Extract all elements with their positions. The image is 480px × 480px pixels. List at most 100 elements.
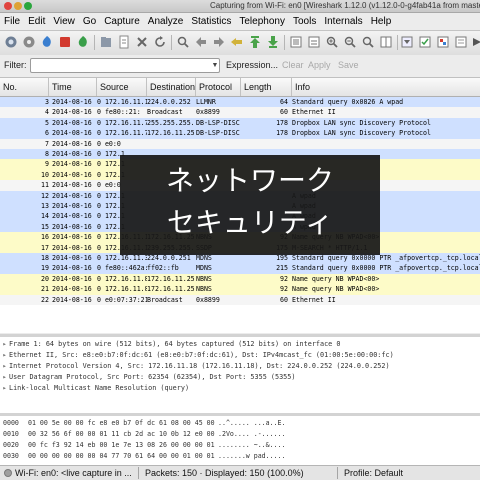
packet-cell-src: 0 172.16.11.71 xyxy=(97,129,147,138)
packet-cell-time: 2014-08-16 xyxy=(52,98,92,106)
column-time[interactable]: Time xyxy=(49,78,97,96)
packet-cell-src: 0 172.16.11.18 xyxy=(97,98,147,106)
packet-cell-no: 10 xyxy=(41,170,49,179)
packet-row[interactable]: 202014-08-16 0 172.16.11.84172.16.11.25NB… xyxy=(0,273,480,285)
packet-cell-no: 17 xyxy=(41,243,49,252)
packet-row[interactable]: 192014-08-16 0 fe80::462a:6ff02::fb MDNS 21… xyxy=(0,263,480,274)
zoom-in-icon[interactable] xyxy=(325,35,339,49)
minimize-window-button[interactable] xyxy=(14,2,22,10)
start-capture-icon[interactable] xyxy=(40,35,54,49)
column-length[interactable]: Length xyxy=(241,78,292,96)
menu-capture[interactable]: Capture xyxy=(100,16,144,27)
bytes-row[interactable]: 0030 00 00 00 00 00 00 04 77 70 61 64 00 … xyxy=(3,451,286,462)
filter-toolbar: Filter: ▼ Expression... Clear Apply Save xyxy=(0,55,480,78)
zoom-out-icon[interactable] xyxy=(343,35,357,49)
column-info[interactable]: Info xyxy=(292,78,480,96)
detail-row-frame[interactable]: ▸ Frame 1: 64 bytes on wire (512 bits), 6… xyxy=(0,339,340,350)
packet-row[interactable]: 7 2014-08-16 0 e0:0 xyxy=(0,138,480,149)
capture-filters-icon[interactable] xyxy=(400,35,414,49)
packet-cell-no: 13 xyxy=(41,202,49,210)
autoscroll-icon[interactable] xyxy=(307,35,321,49)
zoom-reset-icon[interactable] xyxy=(361,35,375,49)
expand-arrow-icon[interactable]: ▸ xyxy=(0,383,9,394)
restart-capture-icon[interactable] xyxy=(76,35,90,49)
packet-cell-proto: 0x8899 xyxy=(196,108,220,117)
maximize-window-button[interactable] xyxy=(24,2,32,10)
close-file-icon[interactable] xyxy=(135,35,149,49)
bytes-row[interactable]: 0010 00 32 56 6f 00 00 01 11 cb 2d ac 10 … xyxy=(3,429,286,440)
menu-analyze[interactable]: Analyze xyxy=(144,16,188,27)
menu-internals[interactable]: Internals xyxy=(320,16,366,27)
go-first-icon[interactable] xyxy=(248,35,262,49)
clear-button[interactable]: Clear xyxy=(282,60,304,70)
stop-capture-icon[interactable] xyxy=(58,35,72,49)
column-source[interactable]: Source xyxy=(97,78,147,96)
packet-cell-info: Name query NB WPAD<00> xyxy=(292,274,380,283)
packet-cell-info: Ethernet II xyxy=(292,295,336,304)
reload-icon[interactable] xyxy=(153,35,167,49)
packet-cell-time: 2014-08-16 xyxy=(52,181,92,190)
menu-help[interactable]: Help xyxy=(367,16,396,27)
packet-cell-time: 2014-08-16 xyxy=(52,285,92,294)
go-back-icon[interactable] xyxy=(194,35,208,49)
packet-cell-dst: ff02::fb xyxy=(147,264,179,273)
packet-row[interactable]: 22 2014-08-16 0 e0:07:37:21 Broadcast 0x8899… xyxy=(0,294,480,305)
display-filter-input[interactable] xyxy=(30,58,220,73)
go-last-icon[interactable] xyxy=(266,35,280,49)
packet-cell-len: 92 xyxy=(280,274,288,283)
close-window-button[interactable] xyxy=(4,2,12,10)
detail-row-ethernet[interactable]: ▸ Ethernet II, Src: e8:e0:b7:0f:dc:61 (e8… xyxy=(0,350,393,361)
menu-file[interactable]: File xyxy=(0,16,24,27)
coloring-rules-icon[interactable] xyxy=(436,35,450,49)
save-file-icon[interactable] xyxy=(117,35,131,49)
menu-telephony[interactable]: Telephony xyxy=(235,16,289,27)
find-icon[interactable] xyxy=(176,35,190,49)
packet-row[interactable]: 32014-08-16 0 172.16.11.18224.0.0.252 LLMN… xyxy=(0,97,480,108)
menu-go[interactable]: Go xyxy=(79,16,100,27)
colorize-icon[interactable] xyxy=(289,35,303,49)
packet-cell-len: 215 xyxy=(276,264,288,273)
column-no[interactable]: No. xyxy=(0,78,49,96)
expand-arrow-icon[interactable]: ▸ xyxy=(0,372,9,383)
options-icon[interactable] xyxy=(22,35,36,49)
resize-columns-icon[interactable] xyxy=(379,35,393,49)
column-protocol[interactable]: Protocol xyxy=(196,78,241,96)
packet-row[interactable]: 4 2014-08-16 0 fe80::21: Broadcast 0x8899 60 E… xyxy=(0,107,480,118)
expand-arrow-icon[interactable]: ▸ xyxy=(0,350,9,361)
preferences-icon[interactable] xyxy=(454,35,468,49)
packet-row[interactable]: 52014-08-16 0 172.16.11.71255.255.255.DB-… xyxy=(0,117,480,129)
packet-row[interactable]: 62014-08-16 0 172.16.11.71172.16.11.25DB-… xyxy=(0,128,480,139)
detail-row-udp[interactable]: ▸ User Datagram Protocol, Src Port: 62354… xyxy=(0,372,295,383)
column-destination[interactable]: Destination xyxy=(147,78,196,96)
bytes-row[interactable]: 0000 01 00 5e 00 00 fc e8 e0 b7 0f dc 61 … xyxy=(3,418,286,429)
menu-statistics[interactable]: Statistics xyxy=(187,16,235,27)
filter-dropdown-icon[interactable]: ▼ xyxy=(209,58,221,73)
interface-list-icon[interactable] xyxy=(4,35,18,49)
detail-row-ipv4[interactable]: ▸ Internet Protocol Version 4, Src: 172.1… xyxy=(0,361,389,372)
profile-text[interactable]: Profile: Default xyxy=(344,468,403,478)
bytes-row[interactable]: 0020 00 fc f3 92 14 eb 00 1e 7e 13 08 26 … xyxy=(3,440,286,451)
packet-cell-no: 20 xyxy=(41,274,49,283)
packet-cell-no: 21 xyxy=(41,285,49,294)
capture-status-icon[interactable] xyxy=(4,469,12,477)
menu-view[interactable]: View xyxy=(49,16,79,27)
go-to-packet-icon[interactable] xyxy=(230,35,244,49)
apply-button[interactable]: Apply xyxy=(308,60,331,70)
expand-arrow-icon[interactable]: ▸ xyxy=(0,339,9,350)
packet-cell-time: 2014-08-16 xyxy=(52,108,92,117)
packet-cell-src: 0 e0:07:37:21 xyxy=(97,295,147,304)
status-bar: Wi-Fi: en0: <live capture in ... Packets… xyxy=(0,465,480,480)
packet-cell-time: 2014-08-16 xyxy=(52,118,92,127)
detail-row-llmnr[interactable]: ▸ Link-local Multicast Name Resolution (q… xyxy=(0,383,189,394)
expression-button[interactable]: Expression... xyxy=(226,60,278,70)
go-forward-icon[interactable] xyxy=(212,35,226,49)
open-file-icon[interactable] xyxy=(99,35,113,49)
help-icon[interactable] xyxy=(470,35,480,49)
save-button[interactable]: Save xyxy=(338,60,359,70)
menu-tools[interactable]: Tools xyxy=(289,16,320,27)
packet-cell-no: 7 xyxy=(45,139,49,148)
menu-edit[interactable]: Edit xyxy=(24,16,49,27)
expand-arrow-icon[interactable]: ▸ xyxy=(0,361,9,372)
display-filters-icon[interactable] xyxy=(418,35,432,49)
packet-row[interactable]: 212014-08-16 0 172.16.11.84172.16.11.25NB… xyxy=(0,284,480,295)
